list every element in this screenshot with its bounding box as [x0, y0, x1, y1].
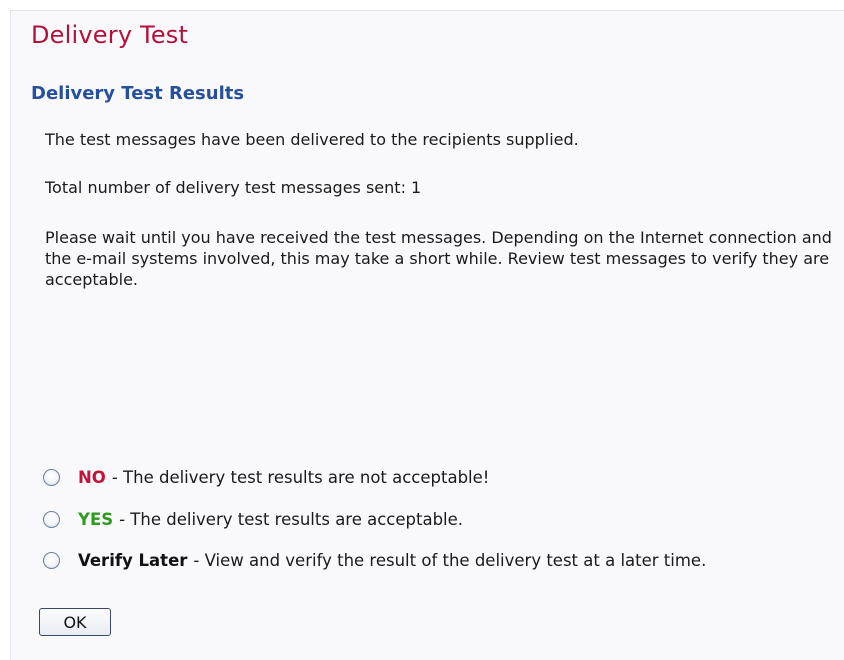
option-yes-label: - The delivery test results are acceptab…	[119, 509, 464, 529]
section-heading: Delivery Test Results	[31, 83, 245, 104]
radio-no[interactable]	[43, 468, 60, 486]
option-verify-later-label: - View and verify the result of the deli…	[193, 550, 707, 570]
delivered-message: The test messages have been delivered to…	[45, 130, 579, 149]
option-yes[interactable]: YES - The delivery test results are acce…	[43, 507, 463, 531]
radio-verify-later[interactable]	[43, 551, 60, 569]
option-yes-keyword: YES	[78, 509, 114, 529]
ok-button[interactable]: OK	[39, 608, 111, 636]
option-verify-later-keyword: Verify Later	[78, 550, 188, 570]
wait-instructions: Please wait until you have received the …	[45, 228, 832, 289]
delivery-test-page: Delivery Test Delivery Test Results The …	[10, 10, 844, 660]
messages-sent-count: Total number of delivery test messages s…	[45, 178, 422, 197]
option-verify-later[interactable]: Verify Later - View and verify the resul…	[43, 548, 706, 572]
option-no-label: - The delivery test results are not acce…	[111, 467, 490, 487]
page-title: Delivery Test	[31, 21, 189, 49]
radio-yes[interactable]	[43, 510, 60, 528]
option-no[interactable]: NO - The delivery test results are not a…	[43, 465, 489, 489]
option-no-keyword: NO	[78, 467, 106, 487]
